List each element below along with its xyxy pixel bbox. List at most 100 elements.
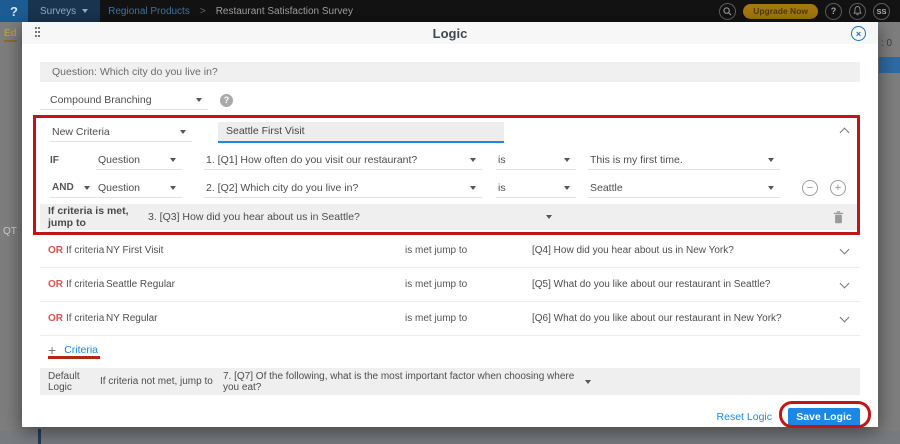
- source-dropdown[interactable]: Question: [96, 151, 182, 170]
- add-criteria-button[interactable]: + Criteria: [40, 342, 860, 358]
- caret-down-icon: [170, 158, 176, 162]
- default-logic-label: Default Logic: [48, 371, 100, 393]
- connector-label: IF: [50, 155, 96, 166]
- value-value: This is my first time.: [590, 154, 683, 166]
- value-value: Seattle: [590, 182, 623, 194]
- criteria-name: NY Regular: [106, 313, 405, 324]
- breadcrumb: Regional Products > Restaurant Satisfact…: [108, 6, 353, 17]
- or-label: OR: [48, 245, 66, 256]
- modal-body: Question: Which city do you live in? Com…: [22, 62, 878, 427]
- connector-dropdown[interactable]: AND: [50, 179, 96, 198]
- background-blue-button: [879, 57, 900, 73]
- met-jump-label: is met jump to: [405, 279, 532, 290]
- logic-modal: Logic × Question: Which city do you live…: [22, 22, 878, 427]
- caret-down-icon: [180, 130, 186, 134]
- target-question: [Q5] What do you like about our restaura…: [532, 279, 841, 290]
- condition-row: AND Question 2. [Q2] Which city do you l…: [40, 178, 860, 198]
- collapse-chevron-icon[interactable]: [841, 125, 848, 139]
- caret-down-icon: [564, 158, 570, 162]
- saved-criteria-row: OR If criteria Seattle Regular is met ju…: [40, 268, 860, 302]
- background-counter: : 0: [881, 38, 892, 49]
- logic-type-value: Compound Branching: [50, 94, 152, 106]
- caret-down-icon: [546, 215, 552, 219]
- breadcrumb-separator: >: [200, 6, 206, 17]
- question-dropdown[interactable]: 1. [Q1] How often do you visit our resta…: [204, 151, 482, 170]
- met-jump-label: is met jump to: [405, 313, 532, 324]
- modal-footer: Reset Logic Save Logic: [40, 407, 860, 427]
- background-question-label: QT: [3, 226, 17, 237]
- caret-down-icon: [768, 186, 774, 190]
- jump-to-dropdown[interactable]: 3. [Q3] How did you hear about us in Sea…: [148, 211, 552, 223]
- search-icon[interactable]: [719, 3, 736, 20]
- caret-down-icon: [84, 186, 90, 190]
- criteria-name-input[interactable]: [218, 122, 504, 143]
- jump-to-value: 3. [Q3] How did you hear about us in Sea…: [148, 211, 360, 223]
- operator-dropdown[interactable]: is: [496, 151, 576, 170]
- topbar-actions: Upgrade Now ? SS: [719, 3, 900, 20]
- caret-down-icon: [170, 186, 176, 190]
- source-value: Question: [98, 154, 140, 166]
- expand-chevron-icon[interactable]: [841, 279, 848, 290]
- if-criteria-label: If criteria: [66, 245, 106, 256]
- operator-value: is: [498, 154, 506, 166]
- delete-criteria-trash-icon[interactable]: [833, 211, 844, 224]
- breadcrumb-folder[interactable]: Regional Products: [108, 6, 190, 17]
- met-jump-label: is met jump to: [405, 245, 532, 256]
- modal-header: Logic ×: [22, 22, 878, 44]
- default-condition-label: If criteria not met, jump to: [100, 376, 223, 387]
- save-logic-button[interactable]: Save Logic: [788, 408, 860, 427]
- expand-chevron-icon[interactable]: [841, 245, 848, 256]
- target-question: [Q4] How did you hear about us in New Yo…: [532, 245, 841, 256]
- logic-type-dropdown[interactable]: Compound Branching: [40, 91, 208, 110]
- expand-chevron-icon[interactable]: [841, 313, 848, 324]
- question-value: 1. [Q1] How often do you visit our resta…: [206, 154, 417, 166]
- add-criteria-label: Criteria: [64, 344, 98, 356]
- connector-value: AND: [52, 182, 74, 193]
- background-bottom-strip: [0, 431, 900, 444]
- notifications-bell-icon[interactable]: [849, 3, 866, 20]
- caret-down-icon: [196, 98, 202, 102]
- saved-criteria-row: OR If criteria NY Regular is met jump to…: [40, 302, 860, 336]
- breadcrumb-survey-title: Restaurant Satisfaction Survey: [216, 6, 353, 17]
- help-icon[interactable]: ?: [825, 3, 842, 20]
- background-edit-tab: Ed: [4, 28, 17, 42]
- condition-row: IF Question 1. [Q1] How often do you vis…: [40, 150, 860, 170]
- caret-down-icon: [470, 186, 476, 190]
- background-sidebar-sliver: [38, 429, 41, 444]
- operator-value: is: [498, 182, 506, 194]
- modal-title: Logic: [22, 26, 878, 41]
- saved-criteria-row: OR If criteria NY First Visit is met jum…: [40, 234, 860, 268]
- reset-logic-link[interactable]: Reset Logic: [717, 411, 772, 423]
- question-value: 2. [Q2] Which city do you live in?: [206, 182, 358, 194]
- top-navigation-bar: ? Surveys Regional Products > Restaurant…: [0, 0, 900, 22]
- questionpro-logo-icon: ?: [0, 0, 28, 22]
- criteria-name-dropdown-value: New Criteria: [52, 126, 110, 138]
- avatar[interactable]: SS: [873, 3, 890, 20]
- remove-condition-button[interactable]: −: [802, 180, 818, 196]
- caret-down-icon: [470, 158, 476, 162]
- surveys-label: Surveys: [40, 6, 76, 17]
- default-target-dropdown[interactable]: 7. [Q7] Of the following, what is the mo…: [223, 371, 591, 393]
- plus-icon: +: [48, 343, 56, 357]
- question-dropdown[interactable]: 2. [Q2] Which city do you live in?: [204, 179, 482, 198]
- source-value: Question: [98, 182, 140, 194]
- jump-to-label: If criteria is met, jump to: [48, 205, 148, 229]
- criteria-editor-card: New Criteria IF Question 1. [Q1] How oft…: [40, 116, 860, 234]
- criteria-name-row: New Criteria: [40, 120, 860, 144]
- criteria-name-dropdown[interactable]: New Criteria: [50, 123, 192, 142]
- operator-dropdown[interactable]: is: [496, 179, 576, 198]
- question-context-bar: Question: Which city do you live in?: [40, 62, 860, 82]
- value-dropdown[interactable]: This is my first time.: [588, 151, 780, 170]
- value-dropdown[interactable]: Seattle: [588, 179, 780, 198]
- logic-help-icon[interactable]: ?: [220, 94, 233, 107]
- or-label: OR: [48, 313, 66, 324]
- source-dropdown[interactable]: Question: [96, 179, 182, 198]
- close-icon[interactable]: ×: [851, 26, 866, 41]
- add-condition-button[interactable]: +: [830, 180, 846, 196]
- criteria-name: NY First Visit: [106, 245, 405, 256]
- default-target-value: 7. [Q7] Of the following, what is the mo…: [223, 371, 585, 393]
- caret-down-icon: [82, 9, 88, 13]
- if-criteria-label: If criteria: [66, 279, 106, 290]
- upgrade-now-button[interactable]: Upgrade Now: [743, 4, 818, 19]
- surveys-dropdown[interactable]: Surveys: [28, 0, 100, 22]
